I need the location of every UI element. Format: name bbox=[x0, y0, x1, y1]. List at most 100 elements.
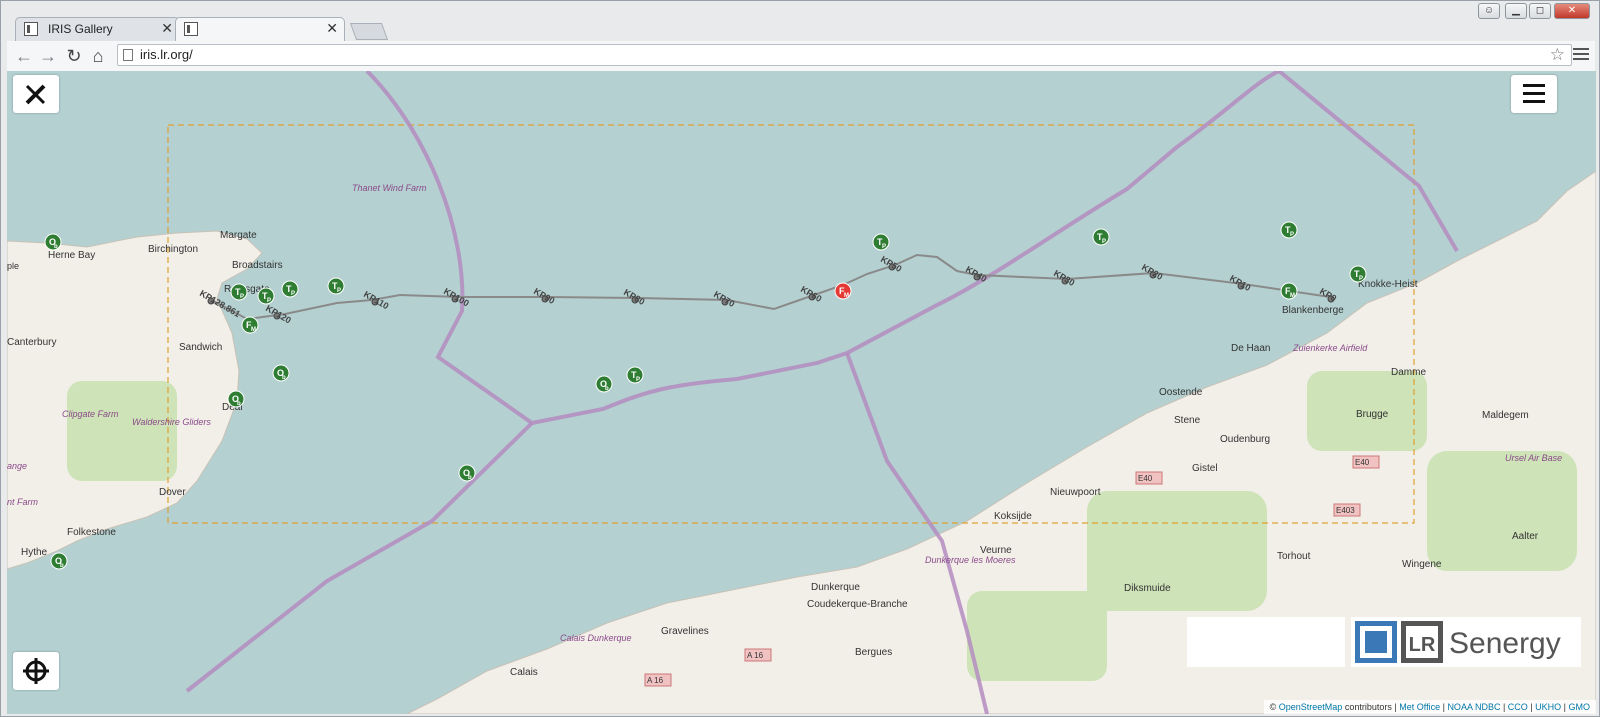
town-label: Damme bbox=[1391, 367, 1426, 378]
town-label: Aalter bbox=[1512, 531, 1539, 542]
svg-text:P: P bbox=[291, 291, 295, 297]
user-icon[interactable]: ☺ bbox=[1478, 3, 1500, 19]
town-label: Diksmuide bbox=[1124, 583, 1171, 594]
partial-label: nt Farm bbox=[7, 497, 39, 507]
url-text: iris.lr.org/ bbox=[140, 47, 193, 62]
forward-arrow-icon[interactable]: → bbox=[37, 45, 59, 67]
noaa-link[interactable]: NOAA NDBC bbox=[1447, 702, 1500, 712]
place-label: Dunkerque les Moeres bbox=[925, 555, 1016, 565]
svg-text:P: P bbox=[1290, 232, 1294, 238]
town-label: Calais bbox=[510, 667, 538, 678]
transponder-marker[interactable]: TP bbox=[327, 277, 345, 295]
cco-link[interactable]: CCO bbox=[1508, 702, 1528, 712]
transponder-marker[interactable]: TP bbox=[1349, 265, 1367, 283]
tab-iris-gallery[interactable]: IRIS Gallery ✕ bbox=[15, 17, 180, 41]
town-label: Gistel bbox=[1192, 463, 1218, 474]
reload-icon[interactable]: ↻ bbox=[63, 45, 85, 67]
svg-text:b: b bbox=[468, 475, 472, 481]
observation-marker[interactable]: Ob bbox=[44, 233, 62, 251]
maximize-button[interactable]: ◻ bbox=[1529, 3, 1551, 19]
svg-text:b: b bbox=[54, 244, 58, 250]
page-icon bbox=[123, 49, 133, 61]
town-label: Dover bbox=[159, 487, 186, 498]
browser-window: IRIS Gallery ✕ ✕ ☺ ▁ ◻ ✕ ← → ↻ ⌂ iris.lr… bbox=[0, 0, 1600, 717]
layers-menu-button[interactable] bbox=[1511, 75, 1557, 113]
road-shield: E40 bbox=[1138, 474, 1153, 483]
transponder-marker[interactable]: TP bbox=[230, 283, 248, 301]
tab-title: IRIS Gallery bbox=[48, 22, 113, 36]
town-label: Folkestone bbox=[67, 527, 116, 538]
transponder-marker[interactable]: TP bbox=[872, 233, 890, 251]
contributors-text: contributors | bbox=[1344, 702, 1397, 712]
met-office-link[interactable]: Met Office bbox=[1399, 702, 1440, 712]
transponder-marker[interactable]: TP bbox=[1092, 228, 1110, 246]
senergy-logo: LR Senergy bbox=[1351, 617, 1581, 667]
svg-text:b: b bbox=[282, 375, 286, 381]
transponder-marker[interactable]: TP bbox=[1280, 221, 1298, 239]
copyright-symbol: © bbox=[1269, 702, 1277, 712]
transponder-marker[interactable]: TP bbox=[626, 366, 644, 384]
home-icon[interactable]: ⌂ bbox=[87, 45, 109, 67]
observation-marker[interactable]: Ob bbox=[50, 552, 68, 570]
svg-text:P: P bbox=[267, 298, 271, 304]
close-tab-icon[interactable]: ✕ bbox=[326, 20, 338, 37]
town-label: Dunkerque bbox=[811, 582, 860, 593]
observation-marker[interactable]: Ob bbox=[227, 390, 245, 408]
fm-marker-selected[interactable]: FM bbox=[834, 282, 852, 300]
minimize-button[interactable]: ▁ bbox=[1505, 3, 1527, 19]
draw-tools-button[interactable] bbox=[13, 75, 59, 113]
place-label: Zuienkerke Airfield bbox=[1292, 343, 1368, 353]
town-label: Margate bbox=[220, 230, 257, 241]
town-label: Coudekerque-Branche bbox=[807, 599, 908, 610]
hamburger-icon bbox=[1523, 84, 1545, 103]
observation-marker[interactable]: Ob bbox=[595, 375, 613, 393]
svg-text:P: P bbox=[337, 288, 341, 294]
observation-marker[interactable]: Ob bbox=[458, 464, 476, 482]
town-label: Blankenberge bbox=[1282, 305, 1344, 316]
road-shield: A 16 bbox=[647, 676, 664, 685]
close-window-button[interactable]: ✕ bbox=[1554, 3, 1590, 19]
svg-text:M: M bbox=[844, 293, 849, 299]
town-label: Birchington bbox=[148, 244, 198, 255]
transponder-marker[interactable]: TP bbox=[281, 280, 299, 298]
chrome-menu-icon[interactable] bbox=[1573, 45, 1589, 63]
back-arrow-icon[interactable]: ← bbox=[13, 45, 35, 67]
road-shield: A 16 bbox=[747, 651, 764, 660]
town-label: De Haan bbox=[1231, 343, 1270, 354]
observation-marker[interactable]: Ob bbox=[272, 364, 290, 382]
svg-text:P: P bbox=[1102, 239, 1106, 245]
town-label: Canterbury bbox=[7, 337, 56, 348]
place-label: Calais Dunkerque bbox=[560, 633, 632, 643]
lr-favicon-icon bbox=[184, 22, 198, 36]
town-label: Bergues bbox=[855, 647, 892, 658]
tab-active[interactable]: ✕ bbox=[175, 17, 345, 41]
attribution-bar: © OpenStreetMap contributors | Met Offic… bbox=[1263, 700, 1596, 714]
ukho-link[interactable]: UKHO bbox=[1535, 702, 1561, 712]
new-tab-button[interactable] bbox=[349, 23, 389, 40]
place-label: Clipgate Farm bbox=[62, 409, 119, 419]
bookmark-star-icon[interactable]: ☆ bbox=[1550, 45, 1565, 65]
fm-marker[interactable]: FM bbox=[1280, 282, 1298, 300]
logo-blank-area bbox=[1187, 617, 1345, 667]
transponder-marker[interactable]: TP bbox=[257, 287, 275, 305]
lr-favicon-icon bbox=[24, 22, 38, 36]
browser-toolbar: ← → ↻ ⌂ iris.lr.org/ ☆ bbox=[7, 41, 1595, 72]
place-label: Ursel Air Base bbox=[1505, 453, 1562, 463]
town-label: Oostende bbox=[1159, 387, 1203, 398]
close-tab-icon[interactable]: ✕ bbox=[161, 20, 173, 37]
senergy-text: Senergy bbox=[1449, 627, 1561, 660]
svg-text:M: M bbox=[1290, 293, 1295, 299]
svg-text:P: P bbox=[882, 244, 886, 250]
lr-senergy-logo-icon: LR Senergy bbox=[1355, 621, 1561, 663]
town-label: Broadstairs bbox=[232, 260, 283, 271]
town-label: Hythe bbox=[21, 547, 48, 558]
gmo-link[interactable]: GMO bbox=[1569, 702, 1591, 712]
fm-marker[interactable]: FM bbox=[241, 316, 259, 334]
map-view[interactable]: KP128.861 KP120 KP110 KP100 KP90 KP80 KP70 KP60… bbox=[7, 71, 1596, 714]
town-label: Gravelines bbox=[661, 626, 709, 637]
address-bar[interactable]: iris.lr.org/ ☆ bbox=[117, 44, 1572, 66]
svg-text:b: b bbox=[605, 386, 609, 392]
road-shield: E403 bbox=[1336, 506, 1355, 515]
locate-button[interactable] bbox=[13, 652, 59, 690]
osm-link[interactable]: OpenStreetMap bbox=[1279, 702, 1343, 712]
